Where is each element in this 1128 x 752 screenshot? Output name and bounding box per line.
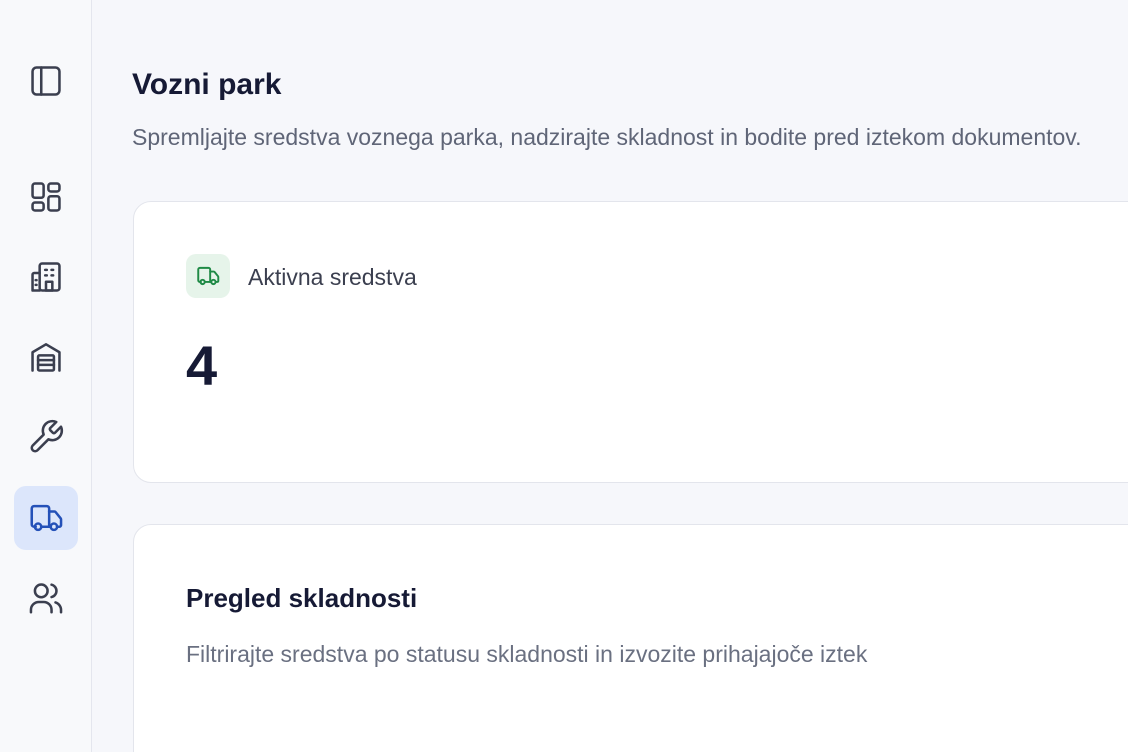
page-title: Vozni park xyxy=(132,68,282,101)
sidebar-item-buildings[interactable] xyxy=(14,245,78,309)
sidebar-item-maintenance[interactable] xyxy=(14,405,78,469)
active-assets-card: Aktivna sredstva 4 xyxy=(133,201,1128,483)
wrench-icon xyxy=(30,419,64,453)
app-window: Vozni park Spremljajte sredstva voznega … xyxy=(0,0,1128,752)
sidebar-toggle-icon xyxy=(31,66,61,96)
page-subtitle: Spremljajte sredstva voznega parka, nadz… xyxy=(132,124,1082,150)
compliance-title: Pregled skladnosti xyxy=(186,583,418,613)
sidebar-item-fleet[interactable] xyxy=(14,486,78,550)
main-content: Vozni park Spremljajte sredstva voznega … xyxy=(93,0,1128,752)
truck-icon xyxy=(30,504,63,532)
warehouse-icon xyxy=(31,343,61,372)
compliance-overview-card: Pregled skladnosti Filtrirajte sredstva … xyxy=(133,524,1128,752)
active-assets-value: 4 xyxy=(186,334,218,397)
truck-icon xyxy=(197,266,220,286)
sidebar-item-users[interactable] xyxy=(14,566,78,630)
sidebar-item-dashboard[interactable] xyxy=(14,165,78,229)
active-assets-label: Aktivna sredstva xyxy=(248,264,417,290)
sidebar-toggle-button[interactable] xyxy=(14,49,78,113)
dashboard-icon xyxy=(31,182,61,212)
users-icon xyxy=(29,583,63,614)
sidebar-item-warehouse[interactable] xyxy=(14,325,78,389)
sidebar xyxy=(0,0,92,752)
buildings-icon xyxy=(31,262,61,292)
active-assets-icon-badge xyxy=(186,254,230,298)
compliance-description: Filtrirajte sredstva po statusu skladnos… xyxy=(186,641,868,667)
